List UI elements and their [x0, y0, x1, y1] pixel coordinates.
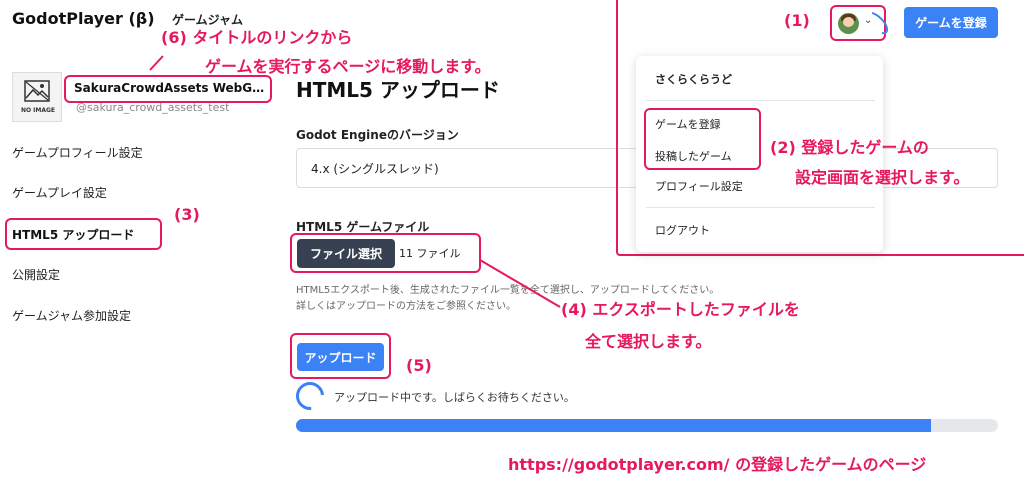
sidebar-item-publish[interactable]: 公開設定	[12, 266, 60, 283]
menu-item-register-game[interactable]: ゲームを登録	[655, 116, 721, 132]
upload-button[interactable]: アップロード	[297, 343, 384, 371]
menu-username: さくらくらうど	[655, 73, 732, 86]
uploading-status: アップロード中です。しばらくお待ちください。	[334, 391, 575, 404]
spinner-icon	[290, 376, 330, 416]
annotation-line-6	[149, 55, 164, 71]
menu-item-posted-games[interactable]: 投稿したゲーム	[655, 148, 732, 164]
annotation-1: (1)	[784, 11, 810, 30]
game-thumbnail: NO IMAGE	[12, 72, 62, 122]
annotation-6-line1: (6) タイトルのリンクから	[161, 28, 353, 47]
annotation-6-line2: ゲームを実行するページに移動します。	[205, 57, 491, 76]
sidebar-item-game-jam[interactable]: ゲームジャム参加設定	[12, 307, 131, 324]
menu-item-logout[interactable]: ログアウト	[655, 222, 710, 238]
page-title: HTML5 アップロード	[296, 78, 500, 102]
sidebar-item-game-profile[interactable]: ゲームプロフィール設定	[12, 144, 143, 161]
annotation-4-line1: (4) エクスポートしたファイルを	[561, 300, 800, 319]
file-input-group: ファイル選択 11 ファイル	[290, 233, 481, 273]
annotation-4-line2: 全て選択します。	[585, 332, 712, 351]
game-handle: @sakura_crowd_assets_test	[76, 101, 230, 114]
sidebar-item-gameplay[interactable]: ゲームプレイ設定	[12, 184, 107, 201]
annotation-2-line1: (2) 登録したゲームの	[770, 138, 929, 157]
file-count: 11 ファイル	[399, 247, 461, 260]
upload-progress-bar	[296, 419, 998, 432]
upload-button-highlight: アップロード	[290, 333, 391, 379]
no-image-label: NO IMAGE	[20, 107, 56, 114]
upload-help-text-2: 詳しくはアップロードの方法をご参照ください。	[296, 301, 516, 312]
upload-help-text: HTML5エクスポート後、生成されたファイル一覧を全て選択し、アップロードしてく…	[296, 285, 720, 296]
annotation-3: (3)	[174, 205, 200, 224]
game-title-link[interactable]: SakuraCrowdAssets WebG…	[64, 75, 272, 103]
menu-item-profile-settings[interactable]: プロフィール設定	[655, 178, 743, 194]
menu-divider	[646, 100, 875, 101]
menu-divider	[646, 207, 875, 208]
brand-logo[interactable]: GodotPlayer (β)	[12, 9, 155, 28]
annotation-5: (5)	[406, 356, 432, 375]
upload-progress-fill	[296, 419, 931, 432]
engine-version-label: Godot Engineのバージョン	[296, 128, 459, 142]
sidebar-item-html5-upload[interactable]: HTML5 アップロード	[5, 218, 162, 250]
image-placeholder-icon	[24, 80, 50, 102]
choose-file-button[interactable]: ファイル選択	[297, 239, 395, 268]
annotation-footer: https://godotplayer.com/ の登録したゲームのページ	[508, 455, 927, 474]
annotation-2-line2: 設定画面を選択します。	[795, 168, 970, 187]
